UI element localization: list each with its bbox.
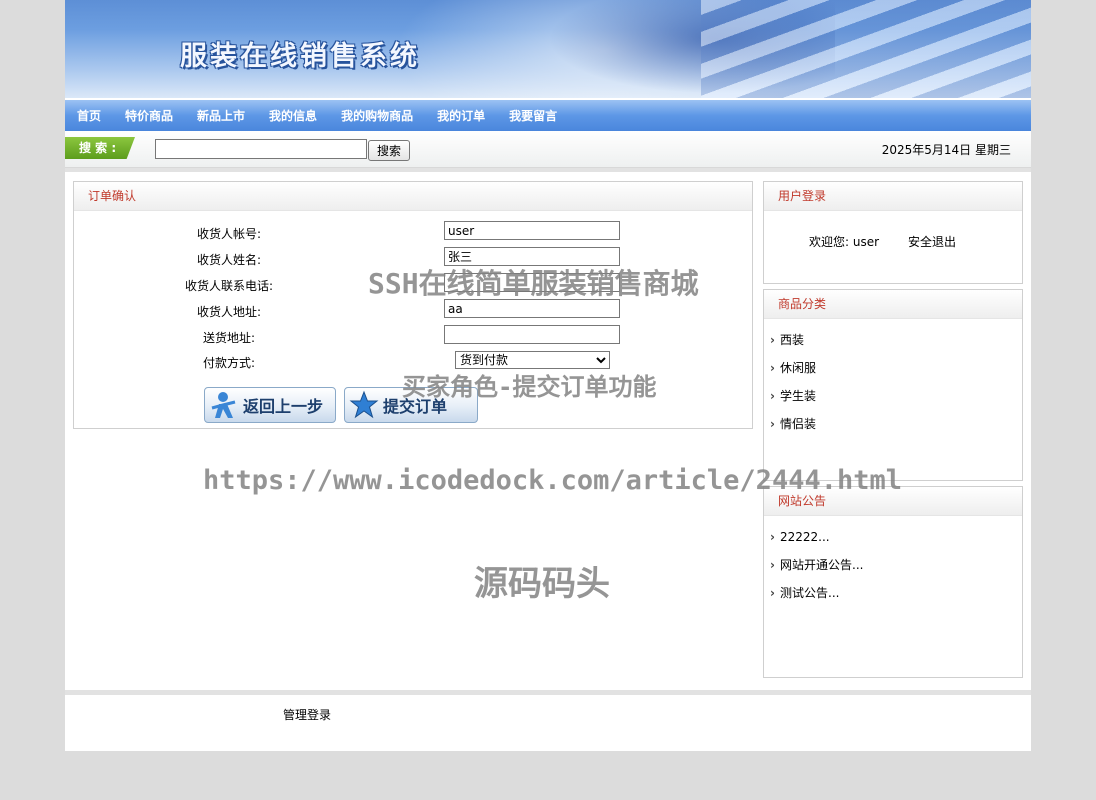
category-item[interactable]: 休闲服 bbox=[770, 360, 816, 388]
delivery-address-input[interactable] bbox=[444, 325, 620, 344]
nav-new-arrivals[interactable]: 新品上市 bbox=[197, 107, 245, 124]
notice-item[interactable]: 测试公告... bbox=[770, 585, 863, 613]
receiver-address-label: 收货人地址: bbox=[196, 305, 262, 319]
category-item[interactable]: 情侣装 bbox=[770, 416, 816, 444]
logout-link[interactable]: 安全退出 bbox=[908, 233, 956, 250]
site-title: 服装在线销售系统 bbox=[180, 41, 420, 72]
nav-home[interactable]: 首页 bbox=[77, 107, 101, 124]
search-bar: 搜 索 : 搜索 2025年5月14日 星期三 bbox=[65, 131, 1031, 168]
notice-list: 22222... 网站开通公告... 测试公告... bbox=[770, 529, 863, 613]
nav-my-orders[interactable]: 我的订单 bbox=[437, 107, 485, 124]
category-item[interactable]: 学生装 bbox=[770, 388, 816, 416]
nav-my-info[interactable]: 我的信息 bbox=[269, 107, 317, 124]
watermark-title: SSH在线简单服装销售商城 bbox=[368, 267, 699, 300]
user-login-heading: 用户登录 bbox=[764, 182, 1022, 211]
back-button[interactable]: 返回上一步 bbox=[204, 387, 336, 423]
main-nav: 首页 特价商品 新品上市 我的信息 我的购物商品 我的订单 我要留言 bbox=[65, 100, 1031, 131]
welcome-text: 欢迎您: user bbox=[809, 235, 880, 249]
nav-my-cart[interactable]: 我的购物商品 bbox=[341, 107, 413, 124]
back-button-label: 返回上一步 bbox=[243, 397, 324, 416]
receiver-account-input[interactable] bbox=[444, 221, 620, 240]
receiver-account-label: 收货人帐号: bbox=[196, 227, 262, 241]
person-icon bbox=[211, 392, 236, 418]
receiver-phone-label: 收货人联系电话: bbox=[184, 279, 274, 293]
watermark-brand: 源码码头 bbox=[474, 564, 610, 604]
category-heading: 商品分类 bbox=[764, 290, 1022, 319]
notice-item[interactable]: 22222... bbox=[770, 529, 863, 557]
form-row-address: 收货人地址: bbox=[74, 299, 754, 321]
footer-divider bbox=[65, 690, 1031, 695]
search-label: 搜 索 : bbox=[65, 137, 135, 159]
payment-method-label: 付款方式: bbox=[202, 356, 256, 370]
divider bbox=[65, 168, 1031, 172]
receiver-name-label: 收货人姓名: bbox=[196, 253, 262, 267]
notice-panel: 网站公告 22222... 网站开通公告... 测试公告... bbox=[763, 486, 1023, 678]
category-list: 西装 休闲服 学生装 情侣装 bbox=[770, 332, 816, 444]
watermark-url: https://www.icodedock.com/article/2444.h… bbox=[203, 465, 902, 496]
nav-specials[interactable]: 特价商品 bbox=[125, 107, 173, 124]
form-row-delivery: 送货地址: bbox=[74, 325, 754, 347]
site-banner: 服装在线销售系统 bbox=[65, 0, 1031, 98]
search-input[interactable] bbox=[155, 139, 367, 159]
star-icon bbox=[349, 390, 379, 419]
current-date: 2025年5月14日 星期三 bbox=[881, 143, 1011, 157]
search-button[interactable]: 搜索 bbox=[368, 140, 410, 161]
notice-item[interactable]: 网站开通公告... bbox=[770, 557, 863, 585]
admin-login-link[interactable]: 管理登录 bbox=[283, 706, 331, 723]
delivery-address-label: 送货地址: bbox=[202, 331, 256, 345]
form-row-account: 收货人帐号: bbox=[74, 221, 754, 243]
order-confirm-heading: 订单确认 bbox=[74, 182, 752, 211]
category-item[interactable]: 西装 bbox=[770, 332, 816, 360]
category-panel: 商品分类 西装 休闲服 学生装 情侣装 bbox=[763, 289, 1023, 481]
nav-leave-message[interactable]: 我要留言 bbox=[509, 107, 557, 124]
user-login-panel: 用户登录 欢迎您: user 安全退出 bbox=[763, 181, 1023, 284]
watermark-subtitle: 买家角色-提交订单功能 bbox=[402, 373, 657, 401]
